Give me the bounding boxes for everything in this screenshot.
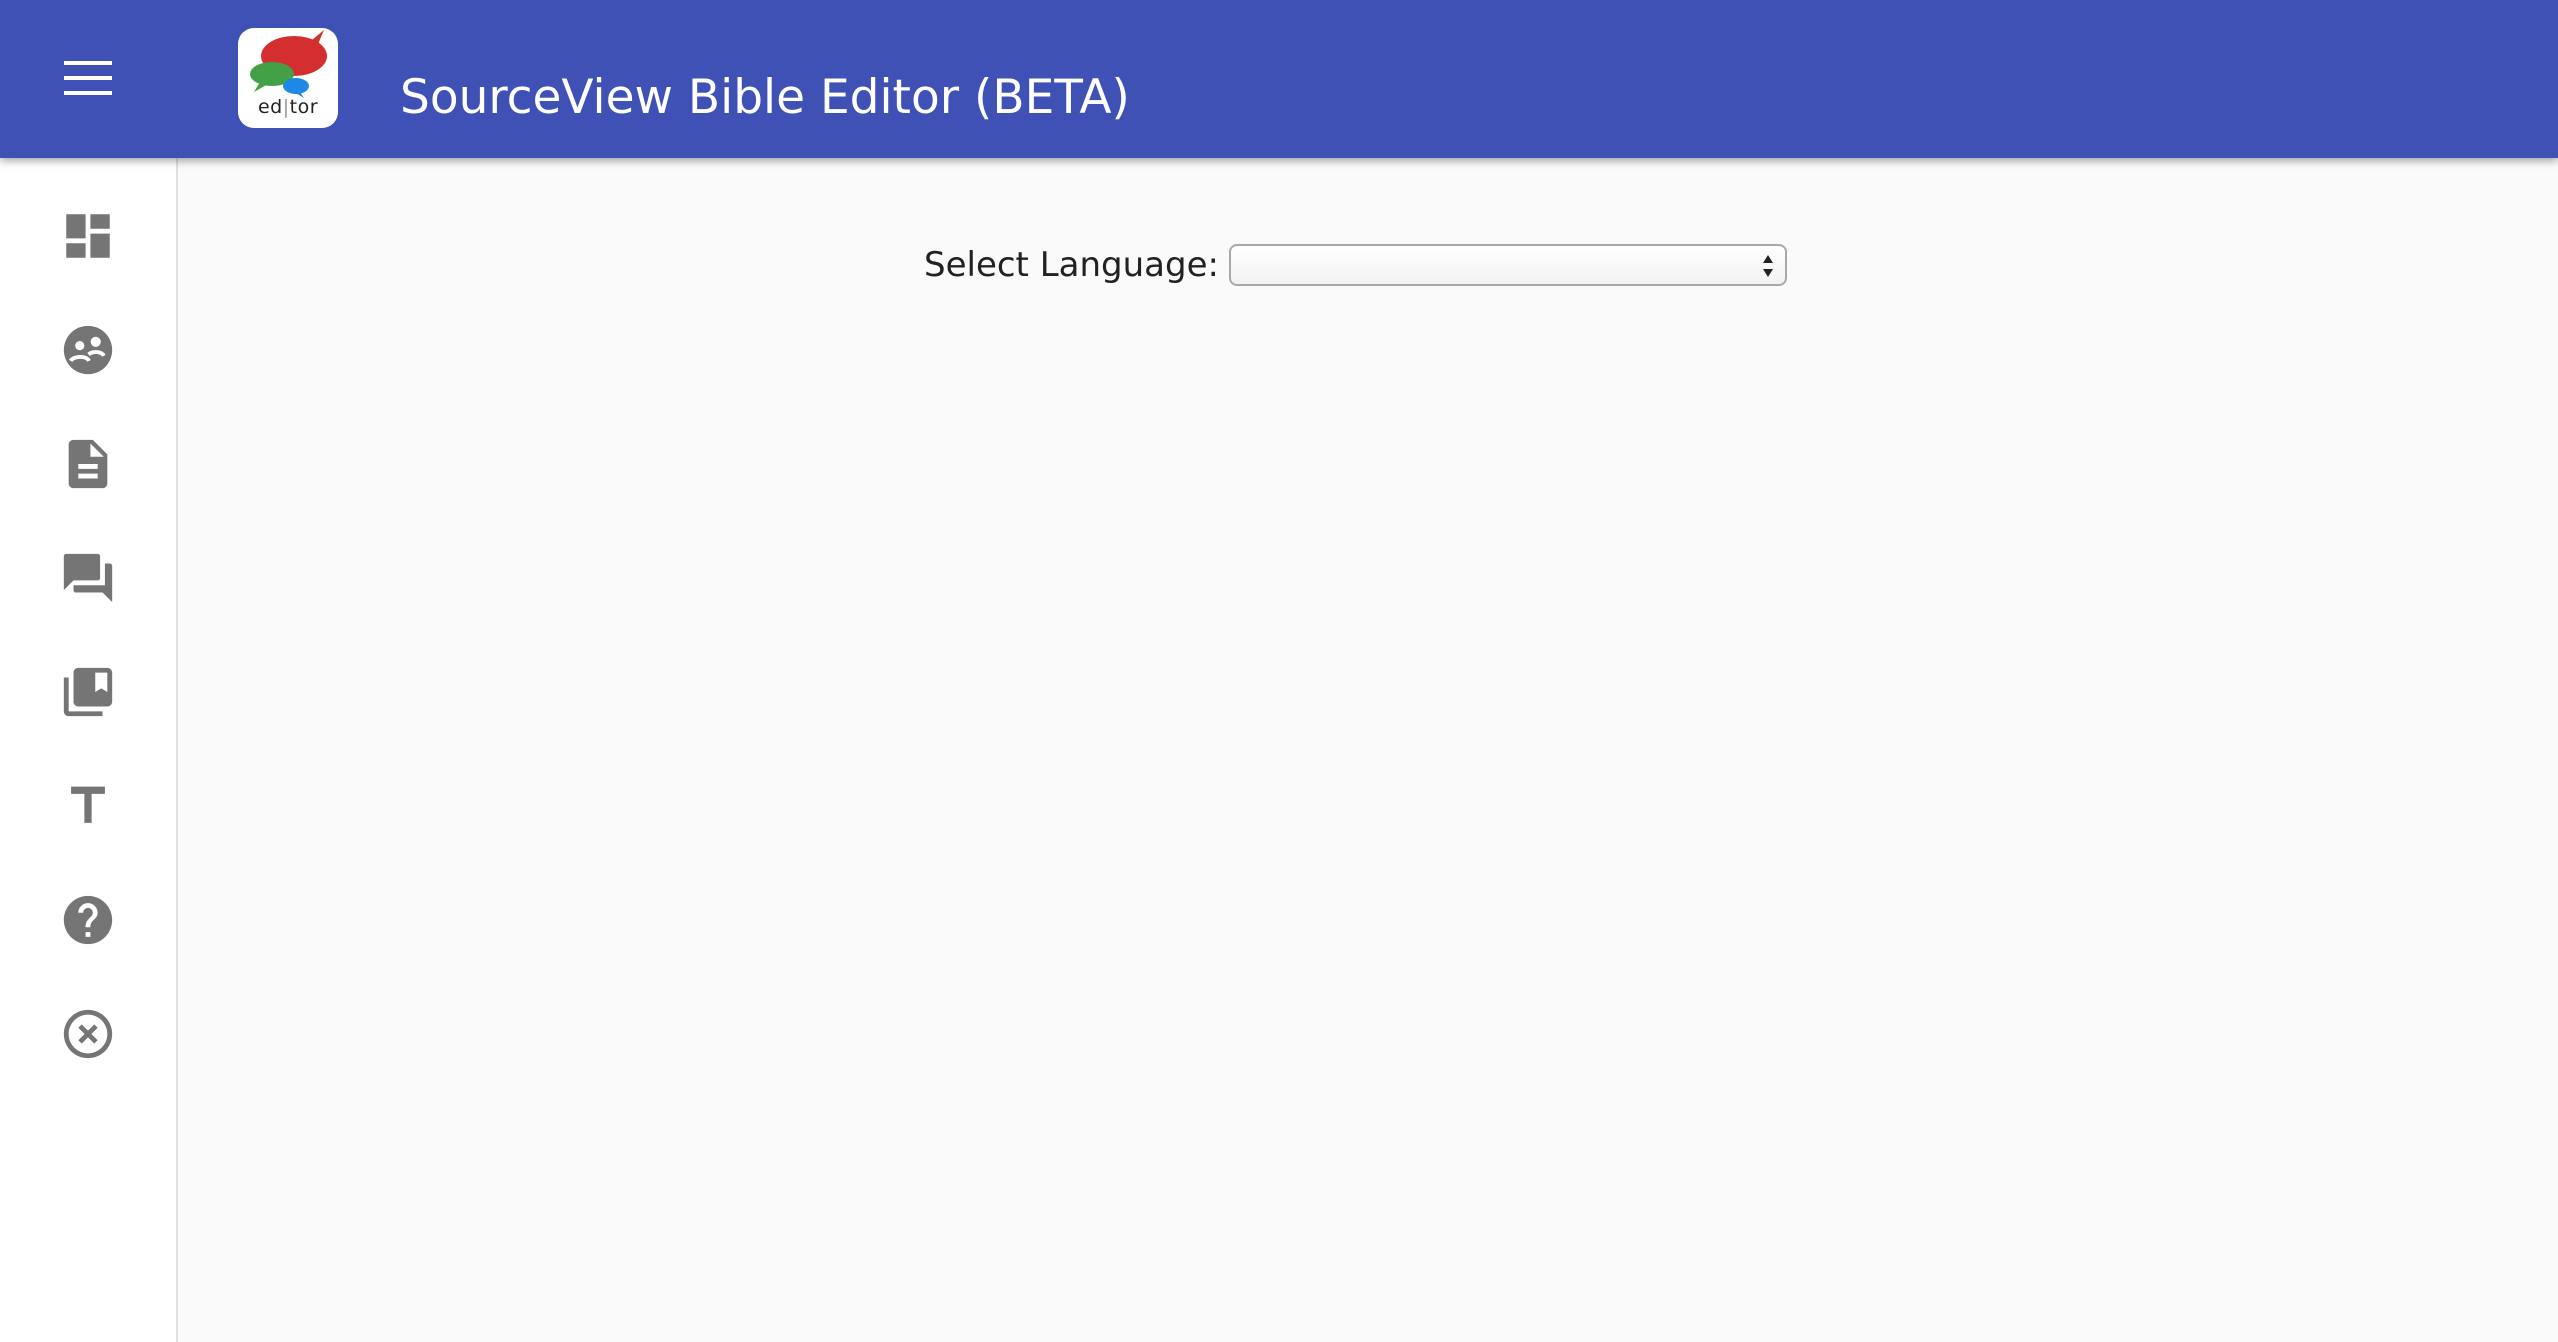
close-circle-icon [63, 1009, 113, 1059]
sidebar-item-people[interactable] [48, 310, 128, 390]
menu-icon [64, 61, 112, 95]
sidebar-item-chat[interactable] [48, 538, 128, 618]
sidebar-item-documents[interactable] [48, 424, 128, 504]
main-content: Select Language: [178, 158, 2558, 1342]
text-format-icon [71, 786, 105, 823]
language-selector-row: Select Language: [924, 244, 1787, 286]
app-bar: ed|tor SourceView Bible Editor (BETA) [0, 0, 2558, 158]
app-title: SourceView Bible Editor (BETA) [400, 70, 1130, 125]
select-arrows-icon [1762, 255, 1773, 277]
sidebar-item-close[interactable] [48, 994, 128, 1074]
beta-label: BETA [992, 70, 1112, 125]
language-select[interactable] [1228, 244, 1787, 286]
dashboard-icon [66, 214, 110, 258]
document-icon [68, 439, 108, 489]
sidebar-item-library[interactable] [48, 652, 128, 732]
sidebar-item-help[interactable] [48, 880, 128, 960]
sidebar-item-text[interactable] [48, 766, 128, 846]
sidebar [0, 158, 178, 1342]
sidebar-item-dashboard[interactable] [48, 196, 128, 276]
menu-button[interactable] [52, 52, 124, 104]
logo-wordmark: ed|tor [257, 96, 319, 118]
logo-speech-bubbles-icon [250, 30, 327, 98]
library-books-icon [63, 667, 113, 717]
chat-icon [63, 553, 113, 603]
language-label: Select Language: [924, 245, 1219, 285]
help-icon [63, 895, 113, 945]
people-icon [63, 325, 113, 375]
app-logo: ed|tor [238, 28, 338, 128]
